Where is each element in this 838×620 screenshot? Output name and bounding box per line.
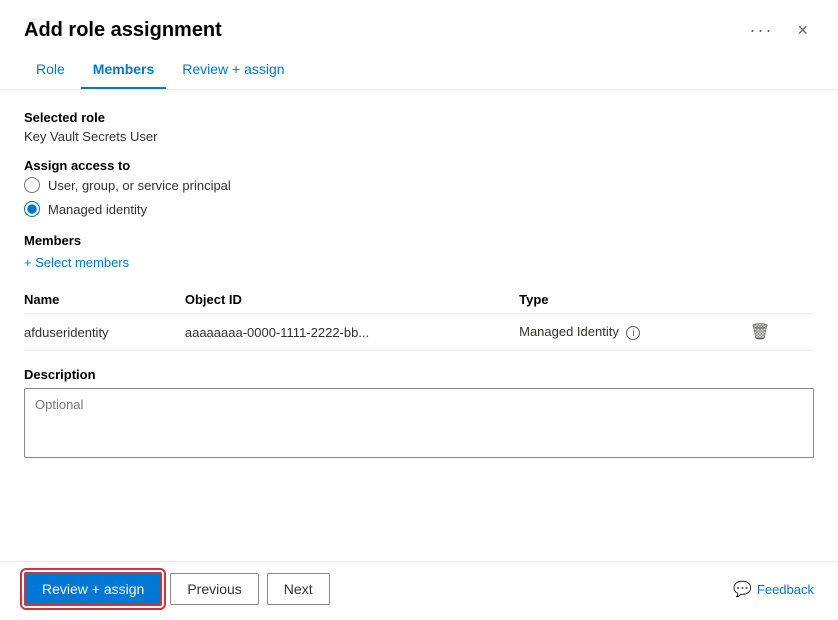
table-row: afduseridentity aaaaaaaa-0000-1111-2222-… [24, 314, 814, 351]
tab-bar: Role Members Review + assign [0, 53, 838, 90]
select-members-label: + Select members [24, 255, 129, 270]
close-button[interactable]: × [791, 18, 814, 43]
delete-icon[interactable]: 🗑 [744, 322, 776, 343]
assign-access-radio-group: User, group, or service principal Manage… [24, 177, 814, 217]
dialog-header: Add role assignment ··· × [0, 0, 838, 53]
selected-role-value: Key Vault Secrets User [24, 129, 814, 144]
description-textarea[interactable] [24, 388, 814, 458]
dialog-title: Add role assignment [24, 19, 222, 42]
radio-user-group-label: User, group, or service principal [48, 178, 231, 193]
col-header-action [744, 286, 814, 314]
previous-button[interactable]: Previous [170, 573, 258, 605]
select-members-link[interactable]: + Select members [24, 255, 129, 270]
col-header-object-id: Object ID [185, 286, 519, 314]
radio-user-group-input[interactable] [24, 177, 40, 193]
header-actions: ··· × [744, 18, 815, 43]
members-table: Name Object ID Type afduseridentity aaaa… [24, 286, 814, 351]
col-header-name: Name [24, 286, 185, 314]
assign-access-label: Assign access to [24, 158, 814, 173]
cell-type: Managed Identity i [519, 314, 744, 351]
cell-delete: 🗑 [744, 314, 814, 351]
col-header-type: Type [519, 286, 744, 314]
description-label: Description [24, 367, 814, 382]
dialog-footer: Review + assign Previous Next 💬 Feedback [0, 561, 838, 620]
radio-user-group[interactable]: User, group, or service principal [24, 177, 814, 193]
tab-members[interactable]: Members [81, 53, 166, 89]
add-role-assignment-dialog: Add role assignment ··· × Role Members R… [0, 0, 838, 620]
radio-managed-identity[interactable]: Managed identity [24, 201, 814, 217]
review-assign-button[interactable]: Review + assign [24, 572, 162, 606]
feedback-label: Feedback [757, 582, 814, 597]
dialog-content: Selected role Key Vault Secrets User Ass… [0, 90, 838, 561]
info-icon[interactable]: i [626, 326, 640, 340]
radio-managed-identity-label: Managed identity [48, 202, 147, 217]
cell-object-id: aaaaaaaa-0000-1111-2222-bb... [185, 314, 519, 351]
next-button[interactable]: Next [267, 573, 330, 605]
ellipsis-button[interactable]: ··· [744, 18, 780, 43]
tab-review-assign[interactable]: Review + assign [170, 53, 296, 89]
radio-managed-identity-input[interactable] [24, 201, 40, 217]
feedback-button[interactable]: 💬 Feedback [733, 580, 814, 598]
cell-name: afduseridentity [24, 314, 185, 351]
table-header-row: Name Object ID Type [24, 286, 814, 314]
feedback-icon: 💬 [733, 580, 752, 598]
selected-role-label: Selected role [24, 110, 814, 125]
cell-type-text: Managed Identity [519, 324, 619, 339]
members-section-label: Members [24, 233, 814, 248]
tab-role[interactable]: Role [24, 53, 77, 89]
